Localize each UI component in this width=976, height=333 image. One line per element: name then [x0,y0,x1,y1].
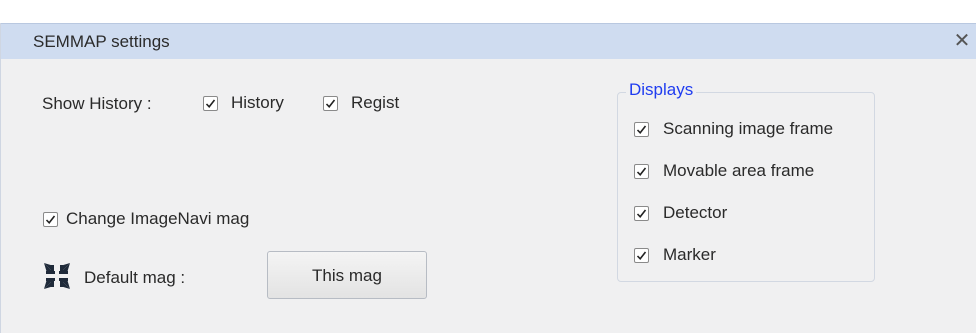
checkmark-icon [636,209,647,219]
scanning-image-frame-label: Scanning image frame [663,119,834,138]
checkmark-icon [325,99,336,109]
top-strip [0,0,976,23]
marker-check-box[interactable] [634,248,649,263]
movable-area-frame-label: Movable area frame [663,161,815,180]
change-imagenavi-label: Change ImageNavi mag [66,209,250,228]
collapse-arrows-icon [44,263,70,289]
detector-label: Detector [663,203,728,222]
checkmark-icon [636,251,647,261]
checkmark-icon [636,125,647,135]
movable-area-frame-check-box[interactable] [634,164,649,179]
detector-check-box[interactable] [634,206,649,221]
checkmark-icon [205,99,216,109]
displays-legend: Displays [626,80,697,100]
title-bar: SEMMAP settings ✕ [1,23,976,59]
default-mag-label: Default mag : [84,268,186,287]
regist-check-box[interactable] [323,96,338,111]
scanning-image-frame-check-box[interactable] [634,122,649,137]
window-title: SEMMAP settings [33,32,170,51]
history-check-box[interactable] [203,96,218,111]
regist-checkbox-label: Regist [351,93,400,112]
change-imagenavi-check-box[interactable] [43,212,58,227]
this-mag-button[interactable]: This mag [267,251,427,299]
close-button[interactable]: ✕ [949,28,975,54]
show-history-label: Show History : [42,94,152,113]
checkmark-icon [45,215,56,225]
checkmark-icon [636,167,647,177]
marker-label: Marker [663,245,716,264]
history-checkbox-label: History [231,93,284,112]
